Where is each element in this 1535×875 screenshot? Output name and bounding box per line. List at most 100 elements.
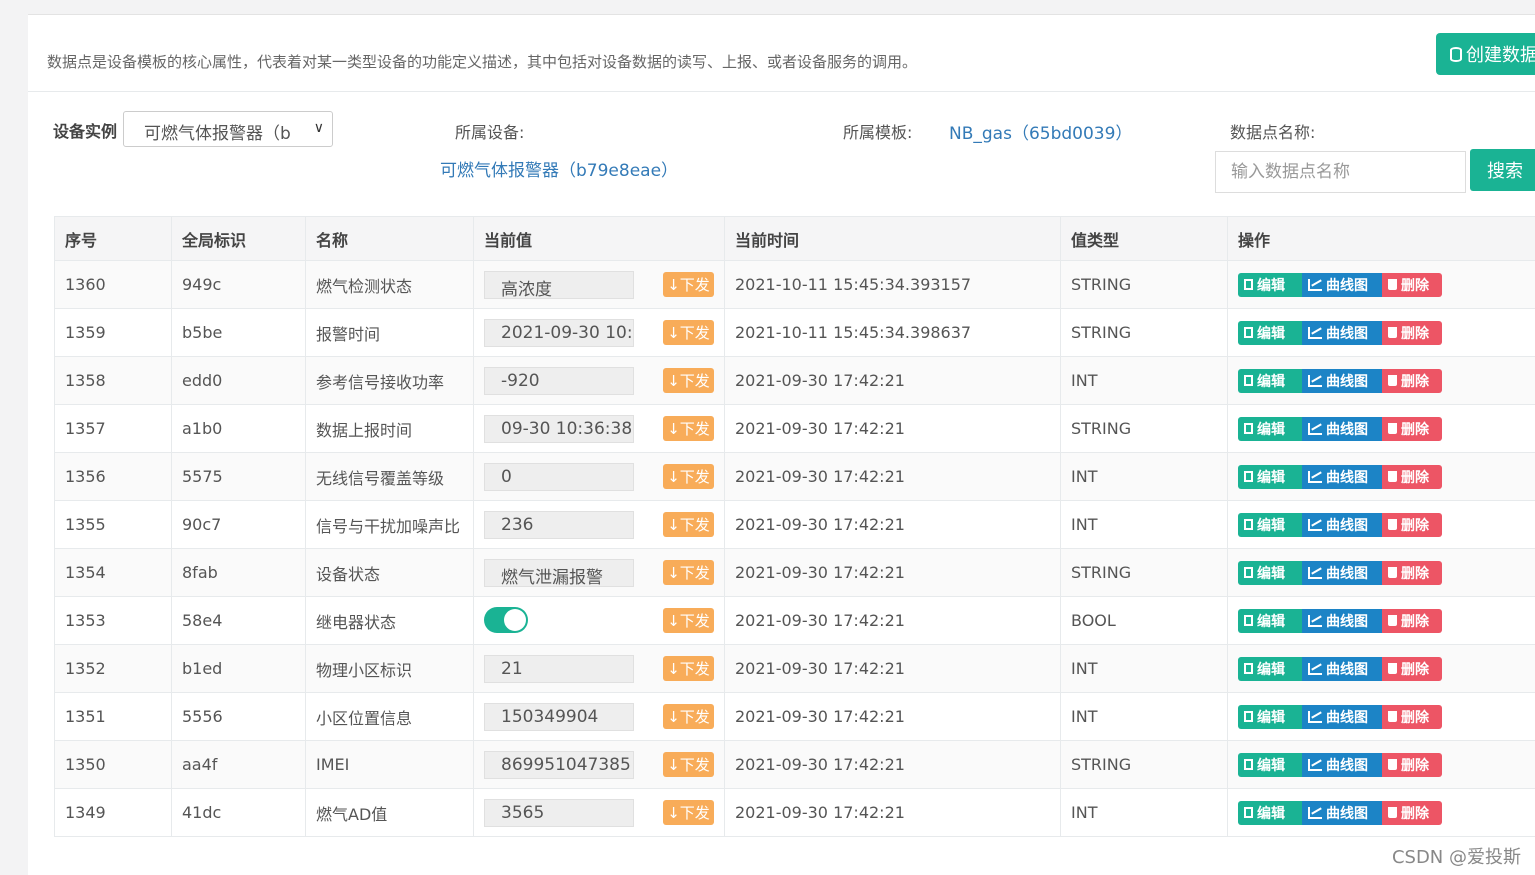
send-button[interactable]: ↓ 下发 [663, 656, 714, 681]
delete-label: 删除 [1401, 325, 1429, 342]
delete-button[interactable]: 删除 [1382, 752, 1442, 777]
delete-button[interactable]: 删除 [1382, 464, 1442, 489]
chart-button[interactable]: 曲线图 [1302, 752, 1382, 777]
delete-button[interactable]: 删除 [1382, 560, 1442, 585]
edit-button[interactable]: 编辑 [1238, 512, 1302, 537]
create-datapoint-button[interactable]: 创建数据 [1436, 33, 1535, 75]
cell-actions: 编辑 曲线图 删除 [1227, 356, 1535, 405]
cell-current-value: 3565 ↓ 下发 [473, 788, 725, 837]
cell-current-time: 2021-09-30 17:42:21 [724, 548, 1061, 597]
relay-toggle[interactable] [484, 607, 528, 633]
edit-label: 编辑 [1257, 373, 1285, 390]
chart-button[interactable]: 曲线图 [1302, 704, 1382, 729]
instance-select-value: 可燃气体报警器（b [144, 124, 291, 144]
delete-button[interactable]: 删除 [1382, 608, 1442, 633]
value-input[interactable]: 3565 [484, 799, 634, 827]
send-button[interactable]: ↓ 下发 [663, 512, 714, 537]
cell-current-time: 2021-09-30 17:42:21 [724, 500, 1061, 549]
template-link[interactable]: NB_gas（65bd0039） [949, 119, 1132, 144]
chart-button[interactable]: 曲线图 [1302, 416, 1382, 441]
edit-button[interactable]: 编辑 [1238, 560, 1302, 585]
table-row: 1354 8fab 设备状态 燃气泄漏报警 ↓ 下发 2021-09-30 17:42:21… [54, 548, 1535, 597]
delete-button[interactable]: 删除 [1382, 800, 1442, 825]
chart-button[interactable]: 曲线图 [1302, 800, 1382, 825]
value-input[interactable]: 高浓度 [484, 271, 634, 299]
chart-button[interactable]: 曲线图 [1302, 464, 1382, 489]
send-button[interactable]: ↓ 下发 [663, 464, 714, 489]
value-input[interactable]: 869951047385 [484, 751, 634, 779]
chart-label: 曲线图 [1326, 421, 1368, 438]
value-input[interactable]: -920 [484, 367, 634, 395]
value-input[interactable]: 150349904 [484, 703, 634, 731]
chart-button[interactable]: 曲线图 [1302, 512, 1382, 537]
chart-button[interactable]: 曲线图 [1302, 320, 1382, 345]
edit-label: 编辑 [1257, 709, 1285, 726]
chart-button[interactable]: 曲线图 [1302, 272, 1382, 297]
line-chart-icon [1308, 278, 1322, 291]
send-button[interactable]: ↓ 下发 [663, 416, 714, 441]
cell-name: 报警时间 [305, 308, 474, 357]
delete-label: 删除 [1401, 565, 1429, 582]
edit-button[interactable]: 编辑 [1238, 272, 1302, 297]
cell-value-type: STRING [1060, 260, 1228, 309]
delete-button[interactable]: 删除 [1382, 272, 1442, 297]
cell-value-type: INT [1060, 500, 1228, 549]
cell-current-time: 2021-10-11 15:45:34.398637 [724, 308, 1061, 357]
edit-button[interactable]: 编辑 [1238, 416, 1302, 441]
send-button[interactable]: ↓ 下发 [663, 272, 714, 297]
edit-button[interactable]: 编辑 [1238, 704, 1302, 729]
edit-button[interactable]: 编辑 [1238, 608, 1302, 633]
value-input[interactable]: 2021-09-30 10: [484, 319, 634, 347]
cell-name: 数据上报时间 [305, 404, 474, 453]
edit-button[interactable]: 编辑 [1238, 320, 1302, 345]
value-input[interactable]: 0 [484, 463, 634, 491]
arrow-down-icon: ↓ [667, 659, 680, 678]
chart-button[interactable]: 曲线图 [1302, 608, 1382, 633]
cell-seq: 1353 [54, 596, 172, 645]
chart-label: 曲线图 [1326, 565, 1368, 582]
edit-icon [1244, 759, 1253, 770]
point-name-input[interactable] [1215, 151, 1466, 193]
send-button[interactable]: ↓ 下发 [663, 368, 714, 393]
cell-current-value: 236 ↓ 下发 [473, 500, 725, 549]
value-input[interactable]: 236 [484, 511, 634, 539]
arrow-down-icon: ↓ [667, 515, 680, 534]
value-input[interactable]: 燃气泄漏报警 [484, 559, 634, 587]
arrow-down-icon: ↓ [667, 755, 680, 774]
edit-label: 编辑 [1257, 565, 1285, 582]
edit-button[interactable]: 编辑 [1238, 800, 1302, 825]
edit-label: 编辑 [1257, 421, 1285, 438]
send-button[interactable]: ↓ 下发 [663, 800, 714, 825]
chart-button[interactable]: 曲线图 [1302, 560, 1382, 585]
instance-select[interactable]: 可燃气体报警器（b ∨ [123, 111, 333, 147]
delete-button[interactable]: 删除 [1382, 368, 1442, 393]
value-input[interactable]: 09-30 10:36:38 [484, 415, 634, 443]
arrow-down-icon: ↓ [667, 803, 680, 822]
delete-button[interactable]: 删除 [1382, 512, 1442, 537]
chart-button[interactable]: 曲线图 [1302, 368, 1382, 393]
chart-button[interactable]: 曲线图 [1302, 656, 1382, 681]
edit-button[interactable]: 编辑 [1238, 368, 1302, 393]
send-button[interactable]: ↓ 下发 [663, 752, 714, 777]
delete-button[interactable]: 删除 [1382, 416, 1442, 441]
edit-button[interactable]: 编辑 [1238, 752, 1302, 777]
table-row: 1355 90c7 信号与干扰加噪声比 236 ↓ 下发 2021-09-30 17:42:… [54, 500, 1535, 549]
edit-button[interactable]: 编辑 [1238, 464, 1302, 489]
chart-label: 曲线图 [1326, 469, 1368, 486]
delete-button[interactable]: 删除 [1382, 320, 1442, 345]
send-button[interactable]: ↓ 下发 [663, 608, 714, 633]
value-input[interactable]: 21 [484, 655, 634, 683]
arrow-down-icon: ↓ [667, 707, 680, 726]
device-link[interactable]: 可燃气体报警器（b79e8eae） [440, 156, 678, 181]
delete-button[interactable]: 删除 [1382, 704, 1442, 729]
edit-button[interactable]: 编辑 [1238, 656, 1302, 681]
search-button[interactable]: 搜索 [1470, 149, 1535, 191]
send-button[interactable]: ↓ 下发 [663, 320, 714, 345]
delete-button[interactable]: 删除 [1382, 656, 1442, 681]
send-label: 下发 [679, 468, 710, 486]
edit-label: 编辑 [1257, 757, 1285, 774]
delete-label: 删除 [1401, 373, 1429, 390]
send-button[interactable]: ↓ 下发 [663, 704, 714, 729]
send-button[interactable]: ↓ 下发 [663, 560, 714, 585]
watermark: CSDN @爱投斯 [1391, 847, 1521, 868]
